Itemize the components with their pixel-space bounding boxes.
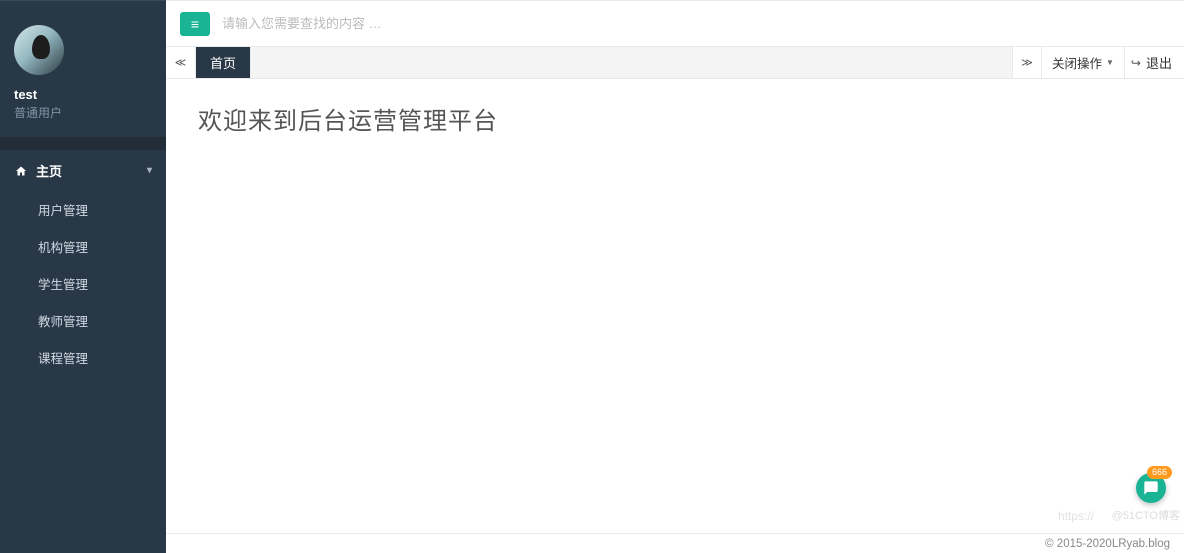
copyright: © 2015-2020 [1045,538,1112,550]
tabs-row: ≪ 首页 ≫ 关闭操作 ▼ ↪ 退出 [166,47,1184,79]
sidebar: test 普通用户 主页 ▾ 用户管理 机构管理 学生管理 教师管理 课程管理 [0,0,166,553]
chevron-double-right-icon: ≫ [1021,56,1033,69]
username: test [14,87,152,102]
sidebar-divider [0,137,166,150]
home-icon [14,165,28,177]
sidebar-submenu: 用户管理 机构管理 学生管理 教师管理 课程管理 [0,191,166,376]
topbar: ≡ [166,1,1184,47]
sidebar-item-orgs[interactable]: 机构管理 [0,228,166,265]
chevron-down-icon: ▾ [147,165,152,176]
welcome-heading: 欢迎来到后台运营管理平台 [198,101,1152,136]
search-input[interactable] [222,16,482,31]
footer-link[interactable]: LRyab.blog [1112,538,1170,550]
close-ops-label: 关闭操作 [1052,53,1102,72]
sidebar-item-courses[interactable]: 课程管理 [0,339,166,376]
profile-block: test 普通用户 [0,1,166,137]
sidebar-item-home[interactable]: 主页 ▾ [0,150,166,191]
logout-button[interactable]: ↪ 退出 [1125,47,1184,78]
caret-down-icon: ▼ [1106,58,1114,67]
chat-badge: 666 [1147,466,1172,479]
chat-fab[interactable]: 666 [1136,473,1166,503]
user-role: 普通用户 [14,104,152,121]
tabs-next-button[interactable]: ≫ [1012,47,1042,78]
hamburger-icon: ≡ [191,17,199,31]
chat-icon [1143,480,1159,496]
logout-label: 退出 [1146,53,1172,72]
watermark-left: https:// [1058,509,1094,523]
close-operations-dropdown[interactable]: 关闭操作 ▼ [1042,47,1125,78]
sidebar-item-students[interactable]: 学生管理 [0,265,166,302]
avatar[interactable] [14,25,64,75]
sidebar-item-label: 主页 [36,161,62,180]
watermark-right: @51CTO博客 [1112,507,1180,523]
footer: © 2015-2020 LRyab.blog [166,533,1184,553]
tab-label: 首页 [210,53,236,72]
chevron-double-left-icon: ≪ [175,56,187,69]
main: ≡ ≪ 首页 ≫ 关闭操作 ▼ ↪ 退出 欢迎来到后台运营管理平台 [166,0,1184,553]
tabs-prev-button[interactable]: ≪ [166,47,196,78]
sidebar-item-teachers[interactable]: 教师管理 [0,302,166,339]
tab-home[interactable]: 首页 [196,47,251,78]
content-area: 欢迎来到后台运营管理平台 https:// @51CTO博客 666 [166,79,1184,533]
sidebar-item-users[interactable]: 用户管理 [0,191,166,228]
logout-icon: ↪ [1131,56,1141,70]
toggle-sidebar-button[interactable]: ≡ [180,12,210,36]
